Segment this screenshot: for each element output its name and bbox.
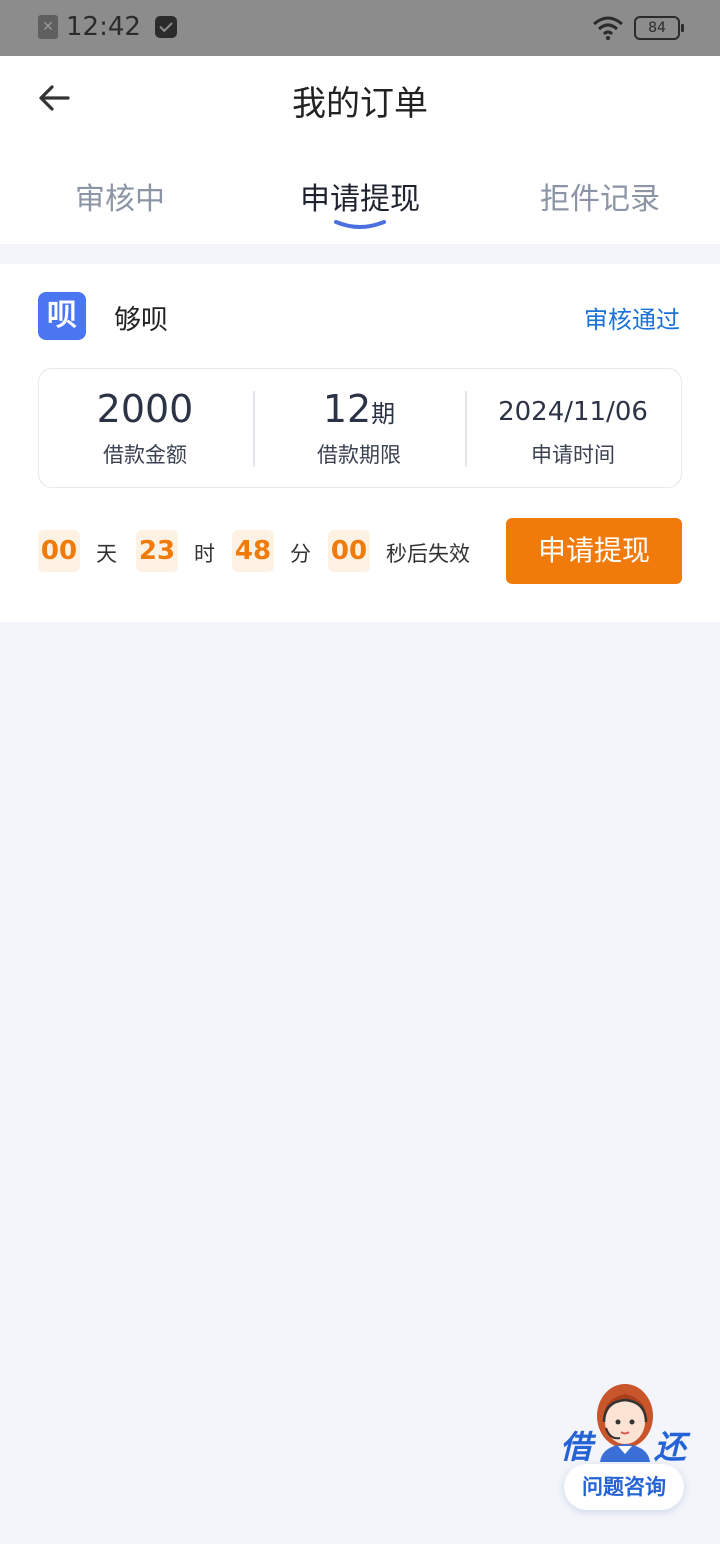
lender-name: 够呗 [114,305,168,336]
apply-date-column: 2024/11/06 申请时间 [467,369,679,487]
status-bar: ✕ 12:42 84 [0,0,720,56]
battery-level: 84 [648,20,666,36]
countdown-days-unit: 天 [96,542,117,566]
countdown-hours: 23 [136,530,178,572]
loan-term: 12期 [253,387,465,431]
active-tab-indicator [334,220,386,229]
status-time: 12:42 [66,12,141,42]
consult-left-text: 借 [560,1428,593,1466]
message-icon [154,16,177,38]
loan-amount-column: 2000 借款金额 [39,369,251,487]
countdown-seconds: 00 [328,530,370,572]
loan-term-column: 12期 借款期限 [253,369,465,487]
expiry-countdown: 00 天 23 时 48 分 00 秒后失效 [38,530,498,572]
lender-logo: 呗 [38,292,86,340]
apply-date-label: 申请时间 [531,443,615,467]
countdown-days: 00 [38,530,80,572]
countdown-hours-unit: 时 [194,542,215,566]
loan-term-value: 12 [322,387,372,431]
loan-term-label: 借款期限 [317,443,401,467]
loan-info-box: 2000 借款金额 12期 借款期限 2024/11/06 申请时间 [38,368,682,488]
page-title: 我的订单 [292,84,428,124]
battery-icon: 84 [634,16,684,40]
tab-bar: 审核中 申请提现 拒件记录 [0,166,720,229]
loan-term-unit: 期 [371,400,396,428]
order-card: 呗 够呗 审核通过 2000 借款金额 12期 借款期限 2024/11/06 … [0,264,720,622]
wifi-icon [593,16,623,40]
apply-date: 2024/11/06 [498,397,648,427]
tab-reviewing[interactable]: 审核中 [20,174,220,218]
customer-service-agent-icon [597,1384,653,1462]
loan-amount: 2000 [96,387,194,431]
tab-rejected-records[interactable]: 拒件记录 [500,174,700,218]
countdown-minutes-unit: 分 [290,542,311,566]
consult-right-text: 还 [654,1428,687,1466]
tab-apply-withdraw[interactable]: 申请提现 [260,174,460,218]
loan-amount-label: 借款金额 [103,443,187,467]
header: 我的订单 审核中 申请提现 拒件记录 [0,56,720,244]
consult-widget[interactable]: 借 还 问题咨询 [556,1382,696,1516]
order-status: 审核通过 [584,306,680,334]
countdown-minutes: 48 [232,530,274,572]
consult-button[interactable]: 问题咨询 [564,1464,684,1510]
apply-withdraw-button[interactable]: 申请提现 [506,518,682,584]
notification-close-icon: ✕ [38,15,58,39]
countdown-seconds-unit: 秒后失效 [386,542,470,566]
